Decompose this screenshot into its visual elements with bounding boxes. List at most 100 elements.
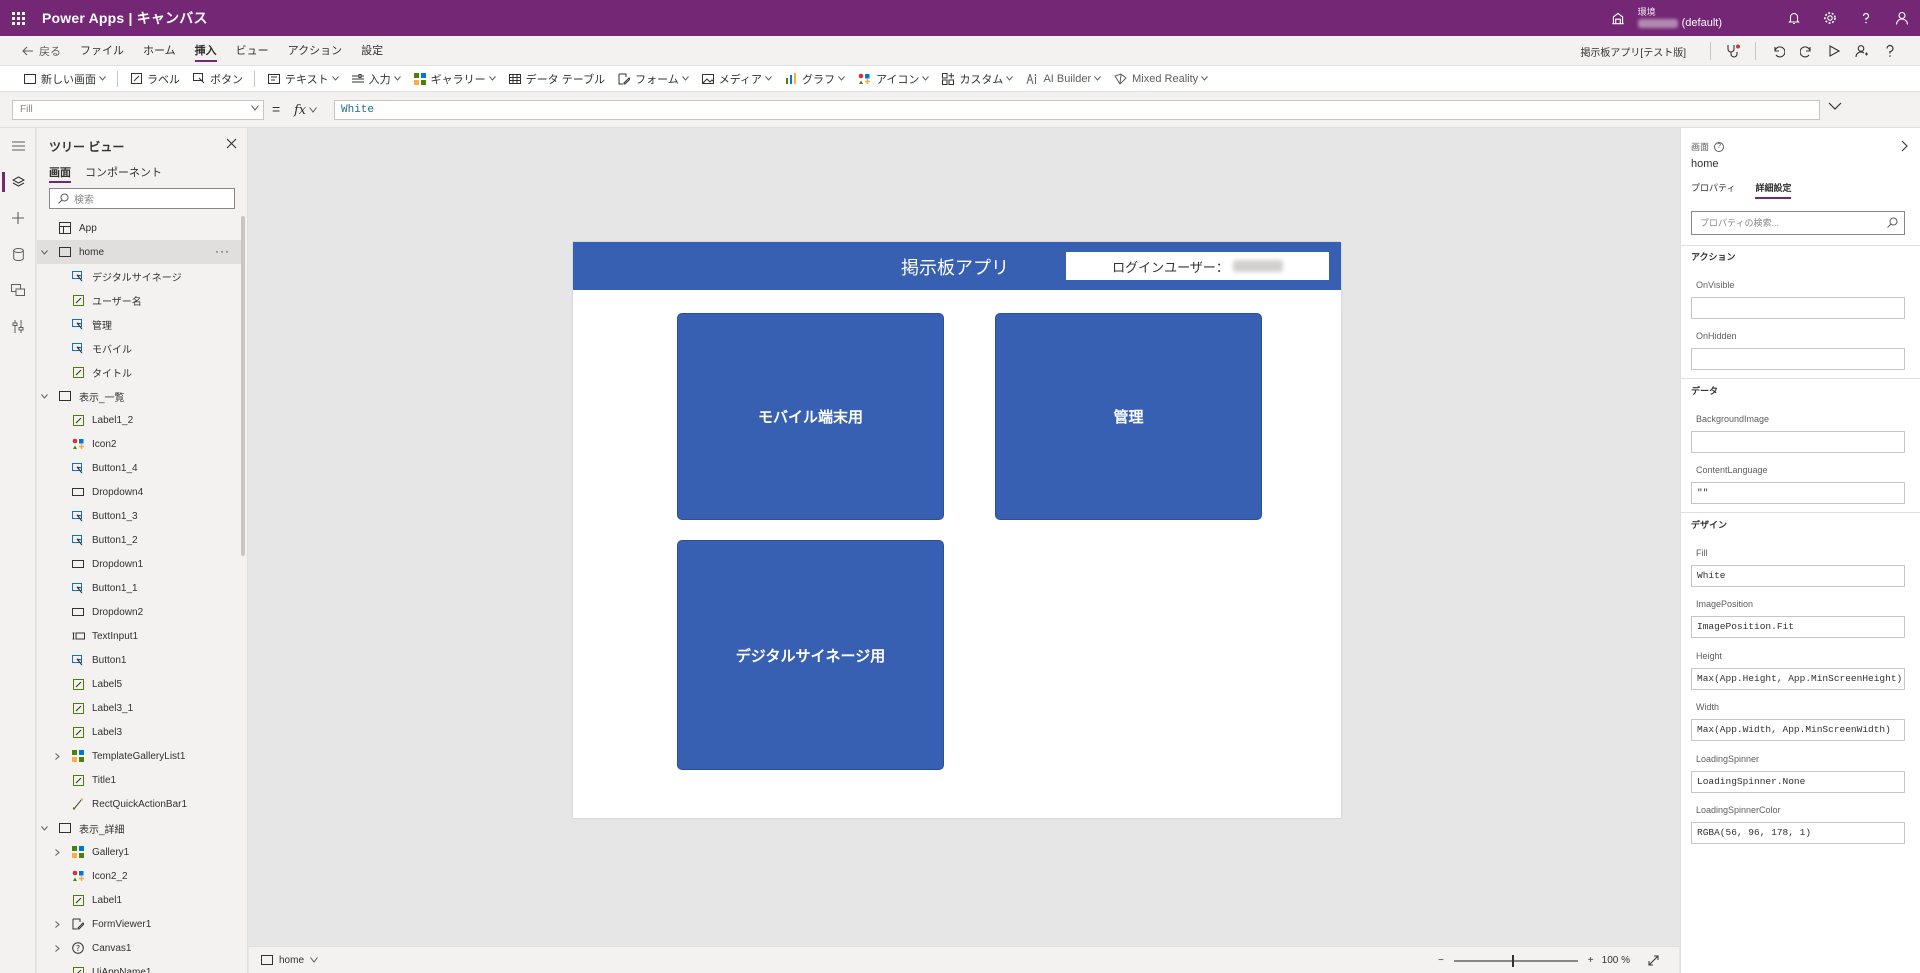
tree-node[interactable]: ユーザー名 xyxy=(37,288,242,312)
insert-data-table-button[interactable]: データ テーブル xyxy=(508,71,605,87)
tree-node[interactable]: Gallery1 xyxy=(37,840,242,864)
menu-view[interactable]: ビュー xyxy=(236,36,269,66)
app-launcher-button[interactable] xyxy=(0,0,36,36)
help-button-menu[interactable] xyxy=(1876,36,1904,66)
insert-text-menu[interactable]: テキスト xyxy=(268,71,339,87)
tree-node[interactable]: Label1 xyxy=(37,888,242,912)
screen-selector[interactable]: home xyxy=(261,955,324,966)
app-name[interactable]: 掲示板アプリ[テスト版] xyxy=(1580,44,1686,59)
backgroundimage-field[interactable] xyxy=(1691,431,1905,453)
data-button[interactable] xyxy=(0,236,36,272)
redo-button[interactable] xyxy=(1792,36,1820,66)
mobile-tile-button[interactable]: モバイル端末用 xyxy=(677,313,944,520)
tree-node[interactable]: タイトル xyxy=(37,360,242,384)
tab-advanced[interactable]: 詳細設定 xyxy=(1755,181,1792,199)
tree-node[interactable]: Label5 xyxy=(37,672,242,696)
property-search-input[interactable]: プロパティの検索... xyxy=(1691,211,1905,235)
zoom-out-button[interactable]: − xyxy=(1438,955,1444,966)
control-name[interactable]: home xyxy=(1691,158,1719,170)
tree-node[interactable]: Label3 xyxy=(37,720,242,744)
imageposition-field[interactable]: ImagePosition.Fit xyxy=(1691,616,1905,638)
tree-node[interactable]: Dropdown4 xyxy=(37,480,242,504)
insert-icon-menu[interactable]: アイコン xyxy=(858,71,930,87)
tree-node[interactable]: 表示_詳細 xyxy=(37,816,242,840)
share-button[interactable] xyxy=(1848,36,1876,66)
loadingspinnercolor-field[interactable]: RGBA(56, 96, 178, 1) xyxy=(1691,822,1905,844)
chevron-down-icon[interactable] xyxy=(38,249,50,255)
tree-node[interactable]: home ··· xyxy=(37,240,242,264)
tree-view-button[interactable] xyxy=(0,164,36,200)
tree-node[interactable]: Icon2_2 xyxy=(37,864,242,888)
media-button[interactable] xyxy=(0,272,36,308)
contentlanguage-field[interactable]: "" xyxy=(1691,482,1905,504)
tree-node[interactable]: Icon2 xyxy=(37,432,242,456)
chevron-right-icon[interactable] xyxy=(1901,140,1908,152)
back-button[interactable]: 戻る xyxy=(22,43,61,59)
tree-node[interactable]: TemplateGalleryList1 xyxy=(37,744,242,768)
new-screen-button[interactable]: 新しい画面 xyxy=(24,71,106,87)
tree-node[interactable]: Dropdown2 xyxy=(37,600,242,624)
insert-chart-menu[interactable]: グラフ xyxy=(785,71,845,87)
chevron-right-icon[interactable] xyxy=(51,848,63,856)
tab-properties[interactable]: プロパティ xyxy=(1691,181,1735,199)
tree-node[interactable]: FormViewer1 xyxy=(37,912,242,936)
insert-button-button[interactable]: ボタン xyxy=(193,71,243,87)
tree-node[interactable]: Title1 xyxy=(37,768,242,792)
tree-node[interactable]: 表示_一覧 xyxy=(37,384,242,408)
signage-tile-button[interactable]: デジタルサイネージ用 xyxy=(677,540,944,770)
tree-node[interactable]: 管理 xyxy=(37,312,242,336)
zoom-slider[interactable] xyxy=(1453,954,1578,967)
tree-node[interactable]: モバイル xyxy=(37,336,242,360)
fill-field[interactable]: White xyxy=(1691,565,1905,587)
insert-button-rail[interactable] xyxy=(0,200,36,236)
formula-input[interactable]: White xyxy=(334,100,1820,120)
tree-node[interactable]: Label3_1 xyxy=(37,696,242,720)
tab-screens[interactable]: 画面 xyxy=(49,164,71,183)
admin-tile-button[interactable]: 管理 xyxy=(995,313,1262,520)
loadingspinner-field[interactable]: LoadingSpinner.None xyxy=(1691,771,1905,793)
notifications-button[interactable] xyxy=(1776,0,1812,36)
tree-node[interactable]: UiAppName1 xyxy=(37,960,242,973)
design-canvas[interactable]: 掲示板アプリ ログインユーザー： モバイル端末用 管理 デジタルサイネージ用 xyxy=(249,128,1679,946)
onvisible-field[interactable] xyxy=(1691,297,1905,319)
expand-formula-chevron-icon[interactable] xyxy=(1828,102,1842,111)
onhidden-field[interactable] xyxy=(1691,348,1905,370)
function-button[interactable]: fx xyxy=(294,100,332,120)
tree-node[interactable]: RectQuickActionBar1 xyxy=(37,792,242,816)
fit-to-window-icon[interactable] xyxy=(1648,955,1659,966)
tree-node[interactable]: Button1_2 xyxy=(37,528,242,552)
width-field[interactable]: Max(App.Width, App.MinScreenWidth) xyxy=(1691,719,1905,741)
menu-file[interactable]: ファイル xyxy=(80,36,124,66)
help-circle-icon[interactable]: ? xyxy=(1714,141,1725,152)
close-icon[interactable] xyxy=(226,138,237,149)
insert-custom-menu[interactable]: カスタム xyxy=(942,71,1014,87)
tree-node[interactable]: Dropdown1 xyxy=(37,552,242,576)
zoom-slider-thumb[interactable] xyxy=(1511,954,1514,967)
chevron-down-icon[interactable] xyxy=(38,393,50,399)
tree-node[interactable]: Button1_1 xyxy=(37,576,242,600)
login-user-label[interactable]: ログインユーザー： xyxy=(1065,251,1330,281)
tree-node[interactable]: ? Canvas1 xyxy=(37,936,242,960)
insert-label-button[interactable]: ラベル xyxy=(131,71,180,87)
tree-node[interactable]: Button1_4 xyxy=(37,456,242,480)
undo-button[interactable] xyxy=(1764,36,1792,66)
menu-toggle-button[interactable] xyxy=(0,128,36,164)
tree-node[interactable]: デジタルサイネージ xyxy=(37,264,242,288)
more-options-icon[interactable]: ··· xyxy=(215,244,230,258)
chevron-down-icon[interactable] xyxy=(38,825,50,831)
menu-action[interactable]: アクション xyxy=(288,36,342,66)
menu-home[interactable]: ホーム xyxy=(143,36,176,66)
help-button[interactable] xyxy=(1848,0,1884,36)
chevron-right-icon[interactable] xyxy=(51,944,63,952)
property-dropdown[interactable]: Fill xyxy=(12,100,264,120)
insert-mixed-reality-menu[interactable]: Mixed Reality xyxy=(1114,73,1209,85)
insert-media-menu[interactable]: メディア xyxy=(701,71,772,87)
insert-form-menu[interactable]: フォーム xyxy=(618,71,689,87)
app-screen-home[interactable]: 掲示板アプリ ログインユーザー： モバイル端末用 管理 デジタルサイネージ用 xyxy=(573,242,1341,818)
tree-node[interactable]: TextInput1 xyxy=(37,624,242,648)
advanced-tools-button[interactable] xyxy=(0,308,36,344)
tree-search-input[interactable]: 検索 xyxy=(49,188,235,209)
menu-settings[interactable]: 設定 xyxy=(361,36,383,66)
insert-gallery-menu[interactable]: ギャラリー xyxy=(413,71,496,87)
insert-ai-builder-menu[interactable]: AI Builder xyxy=(1026,73,1102,85)
